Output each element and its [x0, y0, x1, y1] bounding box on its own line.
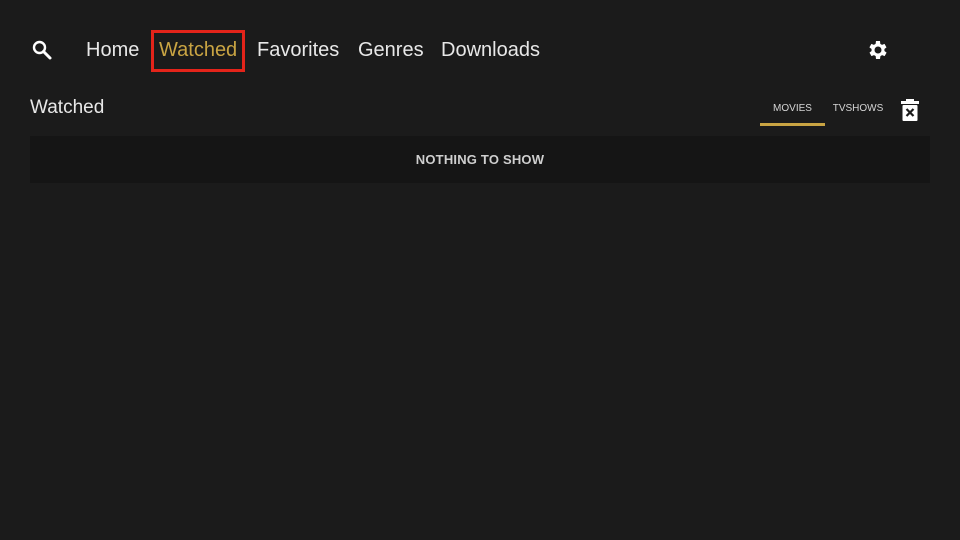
tab-tvshows[interactable]: TVSHOWS: [826, 96, 890, 126]
nav-item-downloads[interactable]: Downloads: [441, 33, 540, 67]
section-title: Watched: [30, 97, 105, 118]
search-button[interactable]: [30, 38, 54, 62]
empty-state-panel: NOTHING TO SHOW: [30, 136, 930, 183]
settings-button[interactable]: [866, 38, 890, 62]
search-icon: [32, 40, 52, 60]
focus-highlight: [151, 30, 245, 72]
trash-icon: [901, 99, 919, 121]
nav-item-genres[interactable]: Genres: [358, 33, 424, 67]
top-navigation: Home Watched Favorites Genres Downloads: [0, 0, 960, 100]
clear-watched-button[interactable]: [900, 98, 920, 122]
empty-state-message: NOTHING TO SHOW: [415, 152, 545, 167]
tab-movies[interactable]: MOVIES: [760, 96, 825, 126]
nav-item-favorites[interactable]: Favorites: [257, 33, 339, 67]
gear-icon: [869, 41, 887, 59]
nav-item-home[interactable]: Home: [86, 33, 139, 67]
